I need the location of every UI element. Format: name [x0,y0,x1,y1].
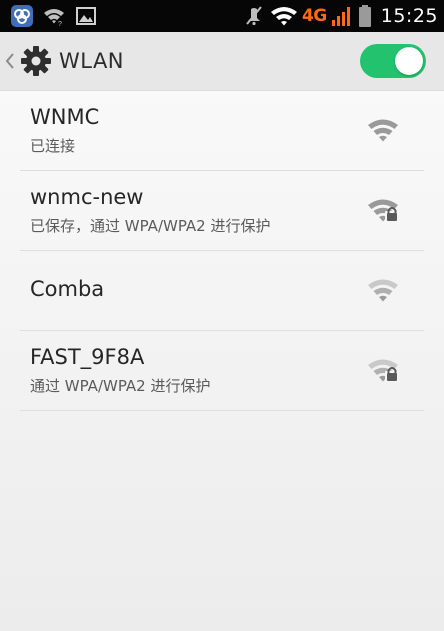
wlan-header: WLAN [0,32,444,91]
network-status: 已保存，通过 WPA/WPA2 进行保护 [30,217,271,235]
system-status-icons: 4G 15:25 [242,0,438,32]
network-type-label: 4G [301,6,327,26]
network-status: 通过 WPA/WPA2 进行保护 [30,377,211,395]
network-item-fast-9f8a[interactable]: FAST_9F8A 通过 WPA/WPA2 进行保护 [20,331,424,411]
network-name: WNMC [30,105,100,129]
toggle-knob [395,47,423,75]
wlan-settings-screen: ? 4G 15:25 WLAN WNMC 已连接 wnmc-new 已保存，通过… [0,0,444,631]
svg-text:?: ? [58,21,62,28]
notification-icons: ? [10,4,98,28]
wifi-locked-icon [368,359,399,382]
wlan-toggle[interactable] [360,44,426,78]
status-bar: ? 4G 15:25 [0,0,444,32]
wifi-notification-icon: ? [44,9,64,28]
back-button[interactable]: WLAN [0,32,140,90]
page-title: WLAN [59,49,125,73]
chevron-left-icon [5,53,14,69]
wifi-locked-icon [368,199,399,222]
network-name: FAST_9F8A [30,345,145,369]
network-item-wnmc[interactable]: WNMC 已连接 [20,91,424,171]
network-item-wnmc-new[interactable]: wnmc-new 已保存，通过 WPA/WPA2 进行保护 [20,171,424,251]
network-status: 已连接 [30,137,76,155]
battery-icon [358,5,371,27]
gear-icon [21,46,51,76]
status-time: 15:25 [380,5,438,27]
image-notification-icon [76,7,96,25]
network-list: WNMC 已连接 wnmc-new 已保存，通过 WPA/WPA2 进行保护 C… [0,91,444,411]
network-name: Comba [30,277,105,301]
cell-signal-icon [331,7,350,26]
wifi-signal-icon [270,7,297,26]
wifi-strength-icon [368,119,398,142]
network-item-comba[interactable]: Comba [20,251,424,331]
app-notification-icon [11,5,33,27]
network-name: wnmc-new [30,185,144,209]
silent-icon [246,6,262,26]
wifi-strength-icon [368,279,398,302]
